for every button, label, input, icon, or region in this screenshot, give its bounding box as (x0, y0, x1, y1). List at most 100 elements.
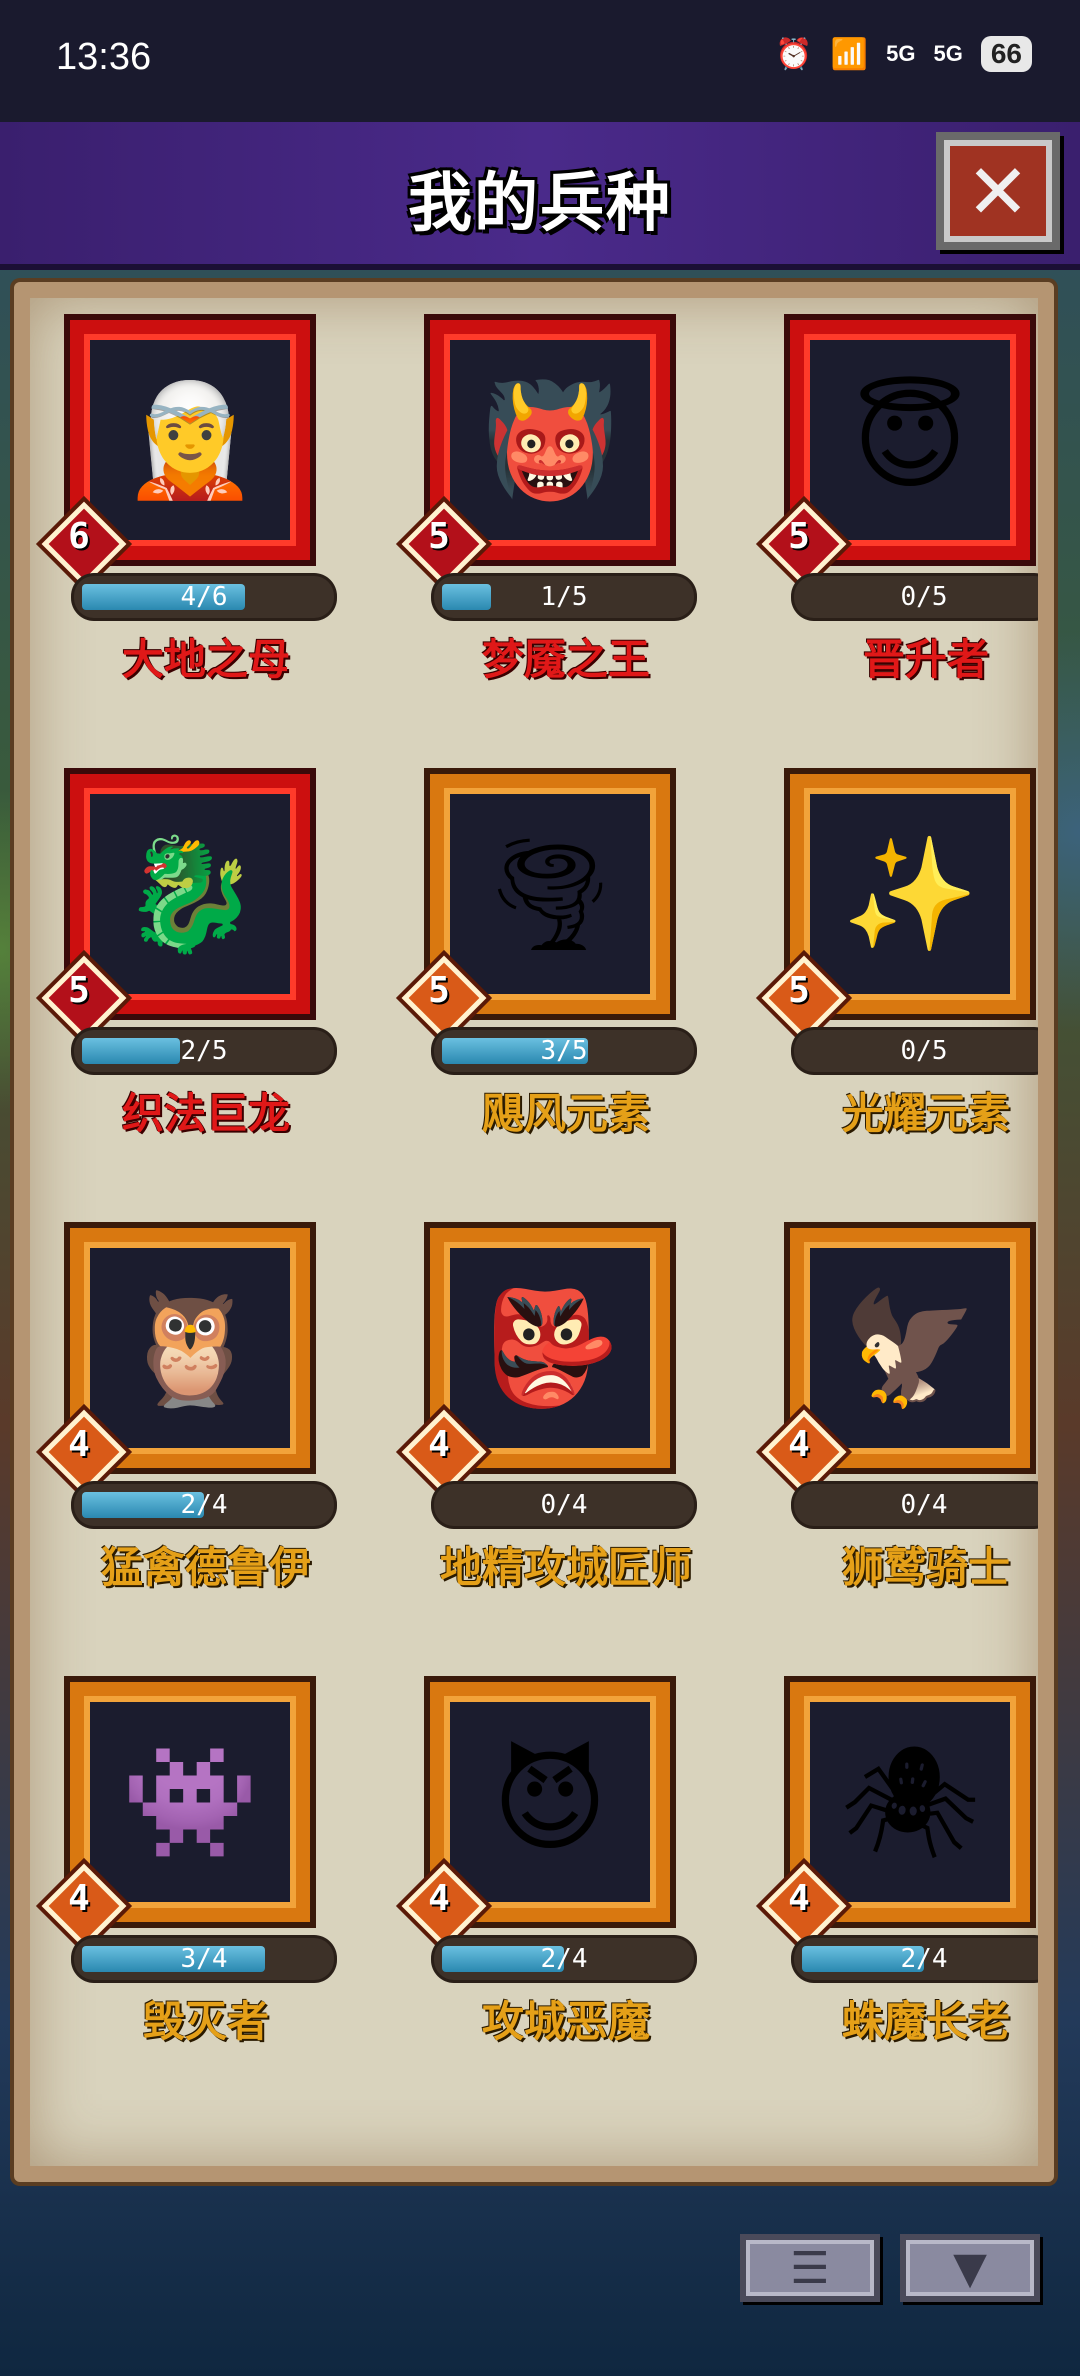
unit-portrait: 🦉 (121, 1284, 259, 1412)
unit-name: 地精攻城匠师 (439, 1543, 692, 1592)
unit-portrait: 👾 (121, 1738, 259, 1866)
tier-badge: 4 (761, 1409, 847, 1495)
shard-progress-bar: 2/4 (794, 1938, 1038, 1980)
tier-badge: 4 (41, 1863, 127, 1949)
tier-number: 5 (428, 516, 450, 557)
tier-badge: 4 (401, 1409, 487, 1495)
unit-card[interactable]: 👺 4 0/4 地精攻城匠师 (396, 1228, 694, 1648)
shard-progress-bar: 1/5 (434, 576, 694, 618)
unit-card-partial[interactable] (70, 2166, 310, 2182)
tier-badge: 5 (41, 955, 127, 1041)
unit-card[interactable]: 🦉 4 2/4 猛禽德鲁伊 (36, 1228, 334, 1648)
shard-progress-text: 1/5 (540, 582, 588, 612)
tier-badge: 5 (401, 501, 487, 587)
unit-card[interactable]: 🐉 5 2/5 织法巨龙 (36, 774, 334, 1194)
status-icons: ⏰ 📶 5G 5G 66 (775, 36, 1032, 72)
shard-progress-text: 2/4 (180, 1490, 228, 1520)
unit-portrait: 🕷 (840, 1738, 980, 1866)
unit-name: 攻城恶魔 (481, 1997, 650, 2046)
tier-number: 4 (788, 1878, 810, 1919)
signal-5g-1: 5G (886, 41, 916, 66)
shard-progress-text: 2/4 (540, 1944, 588, 1974)
unit-name: 毁灭者 (142, 1997, 269, 2046)
tier-number: 4 (428, 1878, 450, 1919)
battery-level: 66 (980, 36, 1032, 72)
tier-badge: 5 (761, 501, 847, 587)
shard-progress-text: 4/6 (180, 582, 228, 612)
unit-card[interactable]: 🧝 6 4/6 大地之母 (36, 320, 334, 740)
close-button[interactable]: ✕ (936, 132, 1060, 250)
tier-number: 5 (788, 516, 810, 557)
unit-name: 蛛魔长老 (841, 1997, 1010, 2046)
unit-name: 狮鹫骑士 (841, 1543, 1010, 1592)
page-title: 我的兵种 (408, 167, 672, 241)
shard-progress-bar: 0/4 (434, 1484, 694, 1526)
wifi-icon: 📶 (830, 36, 869, 72)
unit-name: 飓风元素 (481, 1089, 650, 1138)
tier-badge: 4 (41, 1409, 127, 1495)
shard-progress-bar: 2/4 (434, 1938, 694, 1980)
unit-portrait: ✨ (841, 830, 979, 958)
filter-button[interactable]: ▼ (900, 2234, 1040, 2302)
unit-card[interactable]: 🦅 4 0/4 狮鹫骑士 (756, 1228, 1038, 1648)
tier-number: 6 (68, 516, 90, 557)
unit-portrait: 😇 (852, 376, 968, 504)
shard-progress-bar: 3/5 (434, 1030, 694, 1072)
shard-progress-bar: 0/4 (794, 1484, 1038, 1526)
tier-number: 5 (68, 970, 90, 1011)
unit-card[interactable]: 😇 5 0/5 晋升者 (756, 320, 1038, 740)
shard-progress-text: 0/5 (900, 582, 948, 612)
shard-progress-bar: 2/4 (74, 1484, 334, 1526)
shard-progress-bar: 0/5 (794, 576, 1038, 618)
unit-name: 大地之母 (121, 635, 290, 684)
unit-name: 梦魇之王 (481, 635, 650, 684)
tier-badge: 5 (401, 955, 487, 1041)
filter-icon: ▼ (953, 2242, 987, 2294)
unit-card[interactable]: 🌪 5 3/5 飓风元素 (396, 774, 694, 1194)
tier-badge: 4 (761, 1863, 847, 1949)
unit-portrait: 🦅 (841, 1284, 979, 1412)
unit-portrait: 🌪 (480, 830, 620, 958)
unit-card-partial[interactable] (430, 2166, 670, 2182)
unit-card[interactable]: 👾 4 3/4 毁灭者 (36, 1682, 334, 2102)
unit-card[interactable]: 😈 4 2/4 攻城恶魔 (396, 1682, 694, 2102)
unit-card[interactable]: 🕷 4 2/4 蛛魔长老 (756, 1682, 1038, 2102)
shard-progress-text: 2/4 (900, 1944, 948, 1974)
unit-card[interactable]: 👹 5 1/5 梦魇之王 (396, 320, 694, 740)
tier-number: 5 (788, 970, 810, 1011)
unit-portrait: 🧝 (121, 376, 259, 504)
shard-progress-bar: 2/5 (74, 1030, 334, 1072)
signal-5g-2: 5G (933, 41, 963, 66)
tier-number: 4 (788, 1424, 810, 1465)
shard-progress-text: 2/5 (180, 1036, 228, 1066)
shard-progress-text: 3/4 (180, 1944, 228, 1974)
close-icon: ✕ (966, 146, 1030, 236)
alarm-icon: ⏰ (775, 36, 813, 72)
shard-progress-bar: 3/4 (74, 1938, 334, 1980)
unit-portrait: 😈 (492, 1738, 608, 1866)
tier-number: 5 (428, 970, 450, 1011)
shard-progress-bar: 4/6 (74, 576, 334, 618)
unit-portrait: 👺 (481, 1284, 619, 1412)
list-view-button[interactable]: ☰ (740, 2234, 880, 2302)
status-time: 13:36 (56, 36, 152, 78)
shard-progress-text: 3/5 (540, 1036, 588, 1066)
unit-portrait: 🐉 (121, 830, 259, 958)
tier-number: 4 (68, 1424, 90, 1465)
unit-name: 光耀元素 (841, 1089, 1010, 1138)
unit-card[interactable]: ✨ 5 0/5 光耀元素 (756, 774, 1038, 1194)
shard-progress-text: 0/4 (900, 1490, 948, 1520)
unit-portrait: 👹 (481, 376, 619, 504)
shard-progress-text: 0/5 (900, 1036, 948, 1066)
unit-name: 猛禽德鲁伊 (100, 1543, 311, 1592)
tier-badge: 6 (41, 501, 127, 587)
shard-progress-text: 0/4 (540, 1490, 588, 1520)
tier-number: 4 (68, 1878, 90, 1919)
tier-badge: 5 (761, 955, 847, 1041)
unit-list-panel[interactable]: 🧝 6 4/6 大地之母 👹 5 1/5 梦魇之王 😇 5 0/5 晋升者 🐉 … (14, 282, 1054, 2182)
title-bar: 我的兵种 ✕ (0, 122, 1080, 270)
tier-badge: 4 (401, 1863, 487, 1949)
status-bar: 13:36 ⏰ 📶 5G 5G 66 (0, 0, 1080, 122)
unit-card-partial[interactable] (790, 2166, 1030, 2182)
unit-name: 织法巨龙 (121, 1089, 290, 1138)
